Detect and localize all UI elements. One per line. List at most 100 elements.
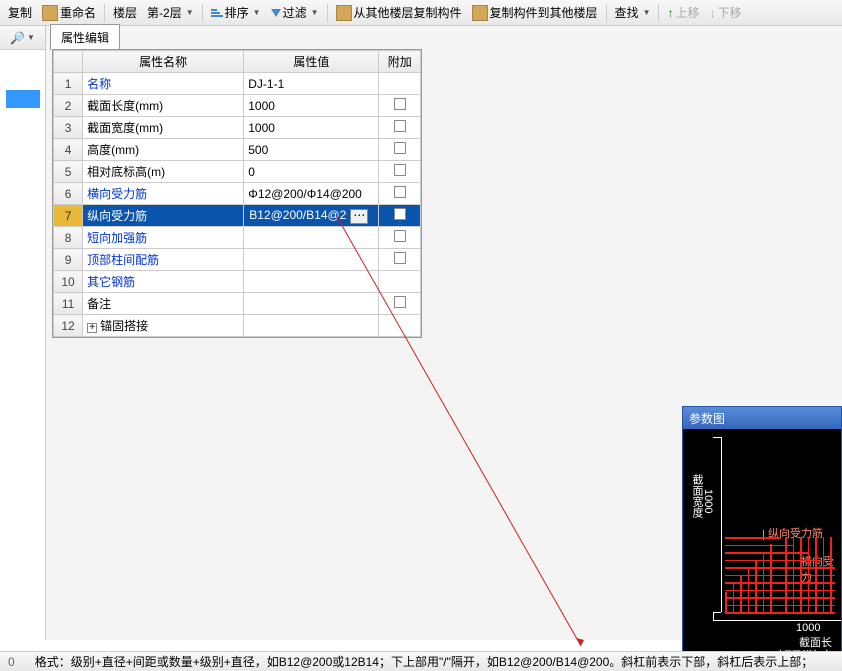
- arrow-down-icon: ↓: [710, 6, 716, 20]
- param-hdim: 1000: [796, 622, 820, 634]
- filter-button[interactable]: 过滤▼: [267, 2, 323, 23]
- header-name[interactable]: 属性名称: [83, 51, 244, 73]
- prop-extra-cell: [379, 227, 421, 249]
- table-row[interactable]: 10其它钢筋: [54, 271, 421, 293]
- prop-extra-cell: [379, 95, 421, 117]
- rename-icon: [42, 5, 58, 21]
- prop-name-cell: 相对底标高(m): [83, 161, 244, 183]
- copy-button[interactable]: 复制: [4, 2, 36, 23]
- sidebar-selection[interactable]: [6, 90, 40, 108]
- table-row[interactable]: 4高度(mm)500: [54, 139, 421, 161]
- extra-checkbox[interactable]: [394, 252, 406, 264]
- copy-from-floor-button[interactable]: 从其他楼层复制构件: [332, 2, 466, 23]
- row-number: 5: [54, 161, 83, 183]
- property-grid: 属性名称 属性值 附加 1名称DJ-1-12截面长度(mm)10003截面宽度(…: [52, 49, 422, 338]
- copy-to-floor-button[interactable]: 复制构件到其他楼层: [468, 2, 602, 23]
- tab-property-edit[interactable]: 属性编辑: [50, 24, 120, 50]
- extra-checkbox[interactable]: [394, 230, 406, 242]
- extra-checkbox[interactable]: [394, 164, 406, 176]
- rename-button[interactable]: 重命名: [38, 2, 100, 23]
- floor-selector[interactable]: 第-2层▼: [143, 2, 198, 23]
- extra-checkbox[interactable]: [394, 296, 406, 308]
- param-diagram-window: 参数图 截面宽度 1000 纵向受力筋 横向受力 1000 截面长 矩形独立: [682, 406, 842, 662]
- row-number: 10: [54, 271, 83, 293]
- table-row[interactable]: 8短向加强筋: [54, 227, 421, 249]
- table-row[interactable]: 3截面宽度(mm)1000: [54, 117, 421, 139]
- row-number: 12: [54, 315, 83, 337]
- table-row[interactable]: 12+锚固搭接: [54, 315, 421, 337]
- prop-value-input[interactable]: [248, 207, 348, 223]
- table-row[interactable]: 2截面长度(mm)1000: [54, 95, 421, 117]
- copy-from-icon: [336, 5, 352, 21]
- table-row[interactable]: 5相对底标高(m)0: [54, 161, 421, 183]
- extra-checkbox[interactable]: [394, 142, 406, 154]
- prop-name-cell: 高度(mm): [83, 139, 244, 161]
- row-number: 2: [54, 95, 83, 117]
- left-sidebar: 🔎▼: [0, 26, 46, 640]
- row-number: 11: [54, 293, 83, 315]
- expand-icon[interactable]: +: [87, 323, 97, 333]
- extra-checkbox[interactable]: [394, 186, 406, 198]
- status-zero: 0: [8, 655, 15, 669]
- row-number: 1: [54, 73, 83, 95]
- chevron-down-icon: ▼: [186, 8, 194, 17]
- sort-button[interactable]: 排序▼: [207, 2, 265, 23]
- prop-value-cell[interactable]: [244, 293, 379, 315]
- extra-checkbox[interactable]: [394, 98, 406, 110]
- move-down-button[interactable]: ↓下移: [706, 2, 746, 23]
- table-row[interactable]: 9顶部柱间配筋: [54, 249, 421, 271]
- prop-value-cell[interactable]: 1000: [244, 117, 379, 139]
- prop-value-cell[interactable]: [244, 271, 379, 293]
- prop-value-cell[interactable]: DJ-1-1: [244, 73, 379, 95]
- prop-value-cell[interactable]: [244, 227, 379, 249]
- header-rownum: [54, 51, 83, 73]
- table-row[interactable]: 6横向受力筋Φ12@200/Φ14@200: [54, 183, 421, 205]
- find-button[interactable]: 查找▼: [611, 2, 655, 23]
- prop-extra-cell: [379, 315, 421, 337]
- prop-extra-cell: [379, 139, 421, 161]
- param-vdim: 1000: [702, 489, 714, 513]
- sort-icon: [211, 9, 223, 17]
- status-bar: 0 格式：级别+直径+间距或数量+级别+直径，如B12@200或12B14；下上…: [0, 651, 842, 671]
- prop-extra-cell: [379, 249, 421, 271]
- floor-label: 楼层: [109, 2, 141, 23]
- ellipsis-button[interactable]: ⋯: [350, 209, 368, 224]
- prop-extra-cell: [379, 73, 421, 95]
- prop-name-cell: +锚固搭接: [83, 315, 244, 337]
- extra-checkbox[interactable]: [394, 120, 406, 132]
- table-row[interactable]: 1名称DJ-1-1: [54, 73, 421, 95]
- prop-extra-cell: [379, 183, 421, 205]
- row-number: 4: [54, 139, 83, 161]
- prop-name-cell: 截面宽度(mm): [83, 117, 244, 139]
- row-number: 9: [54, 249, 83, 271]
- prop-name-cell: 纵向受力筋: [83, 205, 244, 227]
- prop-value-cell[interactable]: ⋯: [244, 205, 379, 227]
- prop-name-cell: 截面长度(mm): [83, 95, 244, 117]
- header-value[interactable]: 属性值: [244, 51, 379, 73]
- prop-value-cell[interactable]: 1000: [244, 95, 379, 117]
- arrow-up-icon: ↑: [667, 6, 673, 20]
- param-diagram-title: 参数图: [683, 407, 841, 429]
- prop-value-cell[interactable]: Φ12@200/Φ14@200: [244, 183, 379, 205]
- prop-value-cell[interactable]: [244, 315, 379, 337]
- prop-value-cell[interactable]: 0: [244, 161, 379, 183]
- prop-value-cell[interactable]: 500: [244, 139, 379, 161]
- table-row[interactable]: 7纵向受力筋 ⋯: [54, 205, 421, 227]
- table-row[interactable]: 11备注: [54, 293, 421, 315]
- status-help-text: 格式：级别+直径+间距或数量+级别+直径，如B12@200或12B14；下上部用…: [35, 653, 814, 670]
- move-up-button[interactable]: ↑上移: [663, 2, 703, 23]
- prop-extra-cell: [379, 117, 421, 139]
- copy-to-icon: [472, 5, 488, 21]
- prop-value-cell[interactable]: [244, 249, 379, 271]
- prop-name-cell: 顶部柱间配筋: [83, 249, 244, 271]
- prop-extra-cell: [379, 271, 421, 293]
- sidebar-search-icon[interactable]: 🔎▼: [0, 26, 45, 50]
- row-number: 8: [54, 227, 83, 249]
- main-toolbar: 复制 重命名 楼层 第-2层▼ 排序▼ 过滤▼ 从其他楼层复制构件 复制构件到其…: [0, 0, 842, 26]
- row-number: 3: [54, 117, 83, 139]
- extra-checkbox[interactable]: [394, 208, 406, 220]
- header-extra[interactable]: 附加: [379, 51, 421, 73]
- prop-name-cell: 名称: [83, 73, 244, 95]
- row-number: 7: [54, 205, 83, 227]
- prop-extra-cell: [379, 293, 421, 315]
